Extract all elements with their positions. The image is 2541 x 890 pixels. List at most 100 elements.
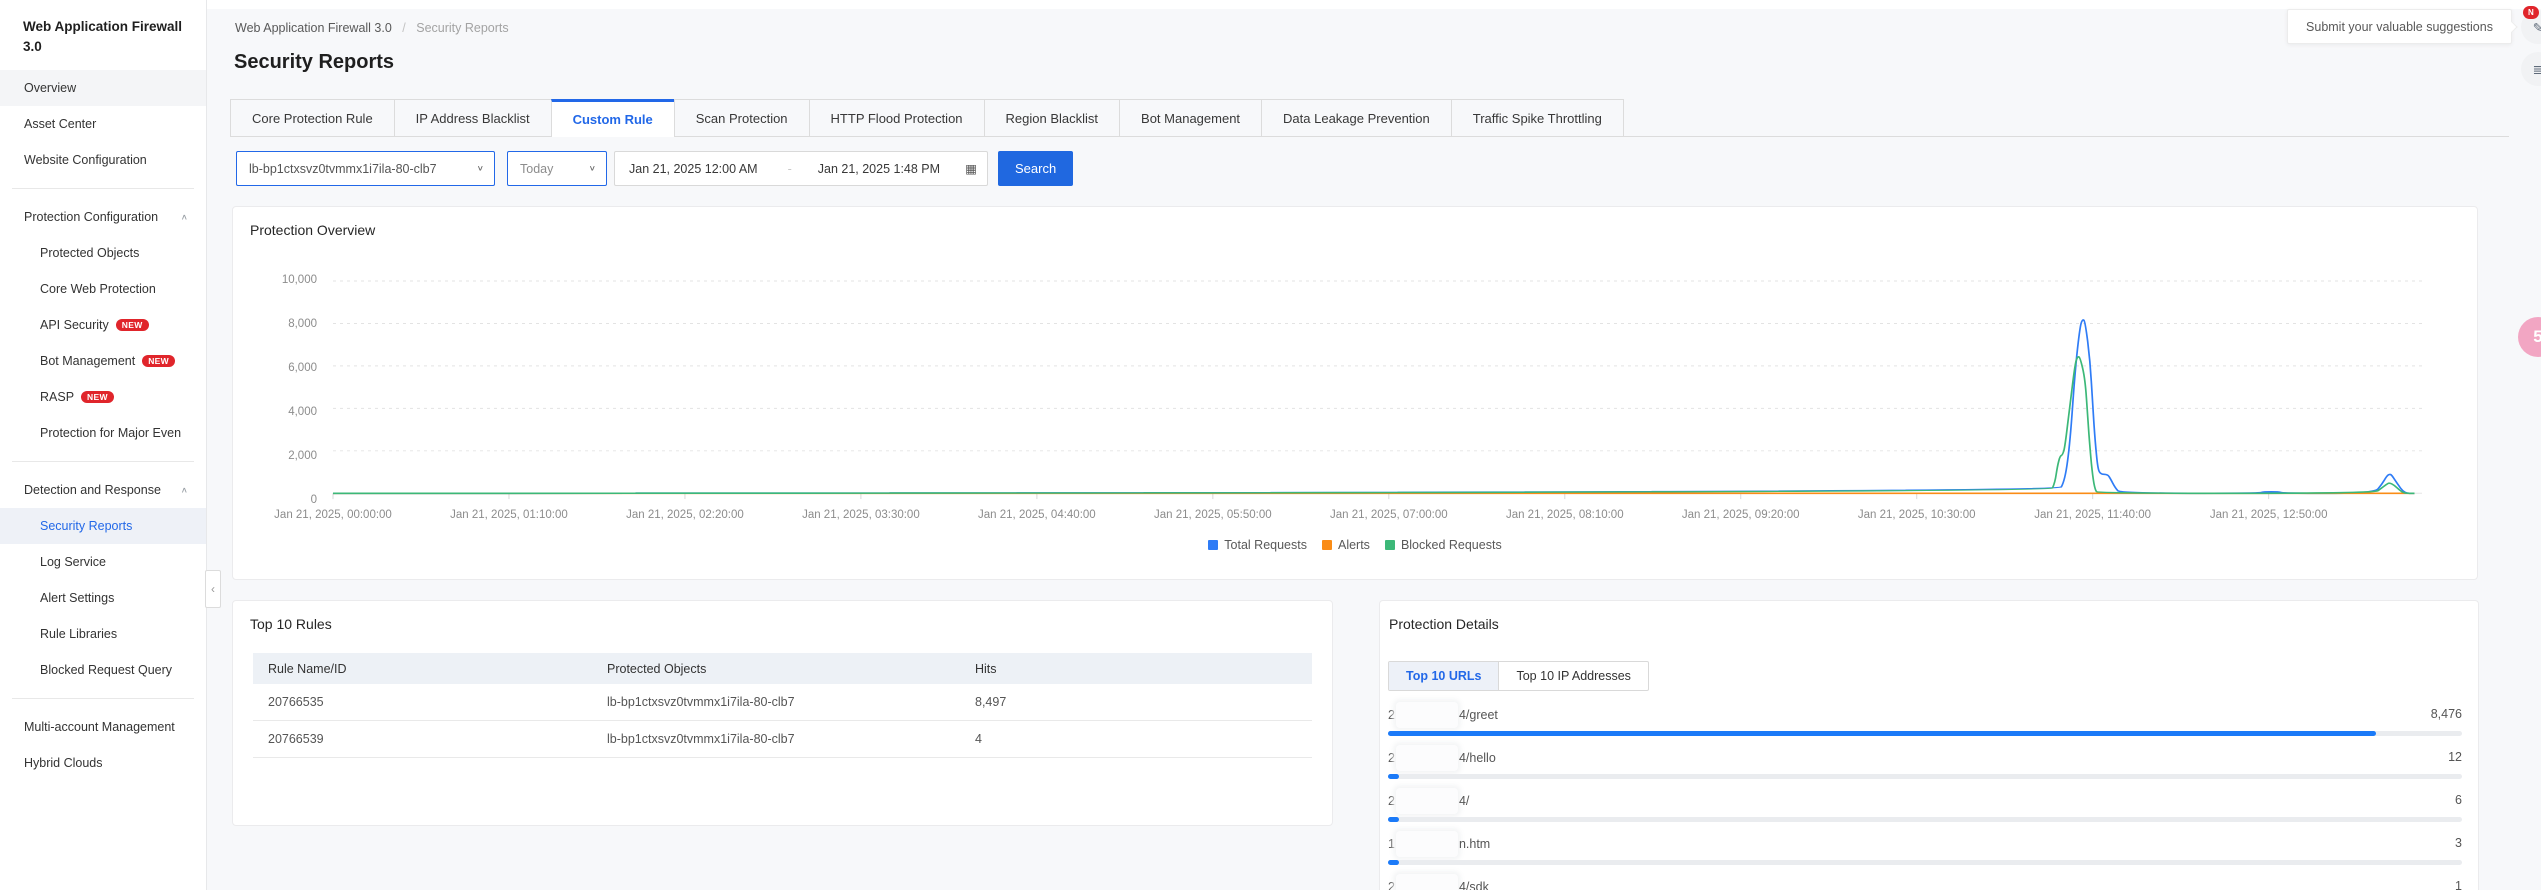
sidebar-item-rule-libraries[interactable]: Rule Libraries — [0, 616, 206, 652]
search-button[interactable]: Search — [998, 151, 1074, 186]
sidebar-item-label: Rule Libraries — [40, 627, 118, 642]
sidebar-item-core-web-protection[interactable]: Core Web Protection — [0, 271, 206, 307]
pencil-icon: ✎ — [2532, 20, 2541, 35]
sidebar-item-security-reports[interactable]: Security Reports — [0, 508, 206, 545]
column-header-object: Protected Objects — [607, 661, 707, 676]
suggestions-tooltip: Submit your valuable suggestions — [2287, 9, 2518, 44]
sidebar-item-protected-objects[interactable]: Protected Objects — [0, 235, 206, 271]
y-axis-tick-label: 10,000 — [281, 274, 317, 286]
tab-data-leakage-prevention[interactable]: Data Leakage Prevention — [1261, 99, 1452, 136]
sidebar-item-website-configuration[interactable]: Website Configuration — [0, 142, 206, 178]
sidebar-nav: Overview Asset Center Website Configuratio… — [0, 70, 206, 781]
table-row[interactable]: 20766535 lb-bp1ctxsvz0tvmmx1i7ila-80-clb7… — [253, 684, 1312, 721]
y-axis-tick-label: 6,000 — [288, 362, 317, 374]
x-axis-tick-label: Jan 21, 2025, 08:10:00 — [1505, 509, 1624, 521]
redacted-text — [1395, 702, 1458, 728]
instance-select[interactable]: lb-bp1ctxsvz0tvmmx1i7ila-80-clb7 ∨ — [236, 151, 495, 186]
url-list-item: 2 4/sdk 1 — [1388, 873, 2462, 890]
tab-scan-protection[interactable]: Scan Protection — [673, 99, 810, 136]
notes-icon: ≣ — [2532, 62, 2541, 77]
sidebar-item-label: Protection for Major Even — [40, 426, 182, 441]
tab-core-protection-rule[interactable]: Core Protection Rule — [230, 99, 395, 136]
sidebar-item-bot-management[interactable]: Bot Management NEW — [0, 343, 206, 379]
sidebar-divider — [12, 698, 194, 700]
sidebar-item-hybrid-clouds[interactable]: Hybrid Clouds — [0, 745, 206, 781]
sidebar-item-detection-and-response[interactable]: Detection and Response ∧ — [0, 472, 206, 508]
tab-custom-rule[interactable]: Custom Rule — [550, 99, 675, 137]
sidebar-item-alert-settings[interactable]: Alert Settings — [0, 580, 206, 616]
sidebar-item-blocked-request-query[interactable]: Blocked Request Query — [0, 652, 206, 688]
url-tail: 4/hello — [1458, 751, 1496, 765]
redacted-text — [1395, 831, 1458, 857]
legend-swatch — [1384, 540, 1395, 550]
url-bar-fill — [1388, 817, 1399, 822]
main-content: Web Application Firewall 3.0 / Security … — [207, 0, 2541, 890]
sidebar-item-label: Log Service — [40, 555, 107, 570]
x-axis-tick-label: Jan 21, 2025, 02:20:00 — [626, 509, 744, 521]
app-title: Web Application Firewall 3.0 — [23, 19, 183, 54]
sidebar-item-protection-configuration[interactable]: Protection Configuration ∧ — [0, 199, 206, 235]
protection-overview-title: Protection Overview — [250, 222, 376, 238]
url-bar-fill — [1388, 860, 1399, 865]
column-header-hits: Hits — [975, 661, 997, 676]
sidebar-item-protection-for-major-even[interactable]: Protection for Major Even — [0, 415, 206, 451]
legend-swatch — [1208, 540, 1219, 550]
tab-bot-management[interactable]: Bot Management — [1119, 99, 1263, 136]
table-header-row: Rule Name/ID Protected Objects Hits — [253, 653, 1312, 684]
top-rules-card: Top 10 Rules Rule Name/ID Protected Obje… — [232, 600, 1333, 826]
url-label: 2 4/sdk — [1388, 874, 1489, 890]
date-range-separator: - — [787, 161, 792, 176]
legend-item-blocked-requests[interactable]: Blocked Requests — [1384, 538, 1502, 552]
sidebar-item-label: Protected Objects — [40, 246, 140, 261]
tab-http-flood-protection[interactable]: HTTP Flood Protection — [808, 99, 985, 136]
sidebar-item-rasp[interactable]: RASP NEW — [0, 379, 206, 415]
feedback-new-badge: N — [2523, 6, 2539, 19]
sidebar-item-multi-account-management[interactable]: Multi-account Management — [0, 709, 206, 745]
sidebar-item-log-service[interactable]: Log Service — [0, 544, 206, 580]
sidebar-item-label: Hybrid Clouds — [24, 756, 103, 771]
range-preset-value: Today — [520, 161, 554, 176]
sidebar-item-label: Overview — [24, 81, 77, 96]
url-prefix: 2 — [1388, 751, 1395, 765]
top-rules-title: Top 10 Rules — [250, 616, 332, 632]
url-label: 2 4/hello — [1388, 745, 1496, 771]
sidebar-item-asset-center[interactable]: Asset Center — [0, 106, 206, 142]
details-tab-top-10-ip-addresses[interactable]: Top 10 IP Addresses — [1498, 662, 1647, 690]
range-preset-select[interactable]: Today ∨ — [507, 151, 607, 186]
sidebar-item-label: Protection Configuration — [24, 210, 159, 225]
legend-item-alerts[interactable]: Alerts — [1321, 538, 1370, 552]
x-axis-tick-label: Jan 21, 2025, 12:50:00 — [2209, 509, 2328, 521]
url-list-item: 2 4/6 — [1388, 787, 2462, 830]
url-tail: 4/greet — [1458, 708, 1498, 722]
sidebar-item-api-security[interactable]: API Security NEW — [0, 307, 206, 343]
start-date-value: Jan 21, 2025 12:00 AM — [629, 161, 758, 176]
page-title: Security Reports — [234, 51, 395, 73]
details-tab-top-10-urls[interactable]: Top 10 URLs — [1389, 662, 1499, 690]
sidebar-item-overview[interactable]: Overview — [0, 70, 206, 107]
sidebar-item-label: Bot Management — [40, 354, 136, 369]
x-axis-tick-label: Jan 21, 2025, 03:30:00 — [802, 509, 920, 521]
date-range-input[interactable]: Jan 21, 2025 12:00 AM - Jan 21, 2025 1:4… — [614, 151, 988, 186]
url-list-item: 2 4/hello 12 — [1388, 744, 2462, 787]
sidebar-item-label: Core Web Protection — [40, 282, 156, 297]
table-row[interactable]: 20766539 lb-bp1ctxsvz0tvmmx1i7ila-80-clb7… — [253, 721, 1312, 758]
sidebar-item-label: API Security — [40, 318, 109, 333]
instance-select-value: lb-bp1ctxsvz0tvmmx1i7ila-80-clb7 — [249, 161, 437, 176]
sidebar-collapse-handle[interactable]: ‹ — [205, 570, 221, 608]
sidebar-item-label: Detection and Response — [24, 483, 161, 498]
url-tail: 4/ — [1458, 794, 1470, 808]
y-axis-tick-label: 4,000 — [288, 406, 317, 418]
tab-traffic-spike-throttling[interactable]: Traffic Spike Throttling — [1450, 99, 1624, 136]
tab-region-blacklist[interactable]: Region Blacklist — [983, 99, 1121, 136]
breadcrumb-root[interactable]: Web Application Firewall 3.0 — [235, 21, 392, 35]
top-rules-table: Rule Name/ID Protected Objects Hits 2076… — [253, 653, 1312, 758]
legend-item-total-requests[interactable]: Total Requests — [1208, 538, 1307, 552]
tab-ip-address-blacklist[interactable]: IP Address Blacklist — [393, 99, 552, 136]
url-bar-fill — [1388, 774, 1399, 779]
sidebar-divider — [12, 461, 194, 463]
url-list-item: 1 n.htm 3 — [1388, 830, 2462, 873]
sidebar-item-label: Website Configuration — [24, 153, 147, 168]
sidebar-item-label: RASP — [40, 390, 75, 405]
legend-label: Total Requests — [1224, 538, 1307, 552]
breadcrumb: Web Application Firewall 3.0 / Security … — [235, 21, 509, 35]
